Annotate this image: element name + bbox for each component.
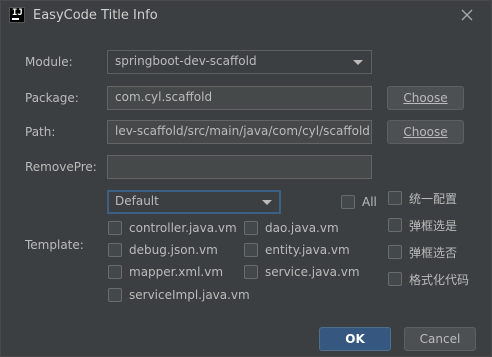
package-input[interactable]: com.cyl.scaffold xyxy=(107,86,372,110)
checkbox-box[interactable] xyxy=(108,265,122,279)
template-checkbox-label: mapper.xml.vm xyxy=(129,265,224,279)
path-label: Path: xyxy=(25,125,56,139)
checkbox-box[interactable] xyxy=(388,245,402,259)
option-checkbox-unified-config[interactable]: 统一配置 xyxy=(388,190,457,206)
module-select[interactable]: springboot-dev-scaffold xyxy=(107,50,372,74)
removepre-label: RemovePre: xyxy=(25,160,97,174)
checkbox-box[interactable] xyxy=(388,218,402,232)
checkbox-box[interactable] xyxy=(388,272,402,286)
easycode-dialog: IJ EasyCode Title Info Module: springboo… xyxy=(0,0,492,357)
option-label: 弹框选否 xyxy=(409,245,458,260)
option-label: 统一配置 xyxy=(409,191,458,206)
checkbox-box[interactable] xyxy=(108,288,122,302)
checkbox-box[interactable] xyxy=(244,265,258,279)
option-checkbox-format-code[interactable]: 格式化代码 xyxy=(388,271,469,287)
template-checkbox[interactable]: dao.java.vm xyxy=(244,220,339,236)
template-checkbox-label: debug.json.vm xyxy=(129,243,218,257)
template-checkbox[interactable]: entity.java.vm xyxy=(244,242,350,258)
ok-button[interactable]: OK xyxy=(319,327,391,351)
checkbox-box[interactable] xyxy=(388,191,402,205)
template-checkbox-label: service.java.vm xyxy=(265,265,360,279)
option-label: 弹框选是 xyxy=(409,218,458,233)
checkbox-box[interactable] xyxy=(108,243,122,257)
module-label: Module: xyxy=(25,55,73,69)
checkbox-box[interactable] xyxy=(244,221,258,235)
template-checkbox[interactable]: debug.json.vm xyxy=(108,242,218,258)
close-icon[interactable] xyxy=(456,4,478,26)
template-label: Template: xyxy=(25,238,84,252)
template-checkbox-label: controller.java.vm xyxy=(129,221,237,235)
dropdown-arrow-icon xyxy=(262,200,272,205)
module-select-value: springboot-dev-scaffold xyxy=(115,54,257,68)
choose-path-button[interactable]: Choose xyxy=(387,120,464,144)
all-checkbox-label: All xyxy=(362,195,377,209)
checkbox-box[interactable] xyxy=(341,195,355,209)
package-label: Package: xyxy=(25,91,79,105)
option-checkbox-dialog-no[interactable]: 弹框选否 xyxy=(388,244,457,260)
template-checkbox[interactable]: service.java.vm xyxy=(244,264,360,280)
choose-package-button[interactable]: Choose xyxy=(387,86,464,110)
removepre-input[interactable] xyxy=(107,155,372,179)
template-checkbox-label: dao.java.vm xyxy=(265,221,339,235)
title-bar: IJ EasyCode Title Info xyxy=(1,1,491,31)
template-group-select[interactable]: Default xyxy=(107,190,281,214)
template-checkbox-label: entity.java.vm xyxy=(265,243,350,257)
option-checkbox-dialog-yes[interactable]: 弹框选是 xyxy=(388,217,457,233)
dropdown-arrow-icon xyxy=(353,60,363,65)
template-checkbox-label: serviceImpl.java.vm xyxy=(129,288,250,302)
checkbox-box[interactable] xyxy=(244,243,258,257)
path-input[interactable]: lev-scaffold/src/main/java/com/cyl/scaff… xyxy=(107,120,372,144)
window-title: EasyCode Title Info xyxy=(33,8,158,23)
option-label: 格式化代码 xyxy=(409,272,470,287)
template-checkbox[interactable]: serviceImpl.java.vm xyxy=(108,287,250,303)
template-checkbox[interactable]: mapper.xml.vm xyxy=(108,264,223,280)
template-group-value: Default xyxy=(115,194,159,208)
intellij-app-icon: IJ xyxy=(9,7,25,23)
all-checkbox[interactable]: All xyxy=(341,194,377,210)
cancel-button[interactable]: Cancel xyxy=(404,327,476,351)
checkbox-box[interactable] xyxy=(108,221,122,235)
template-checkbox[interactable]: controller.java.vm xyxy=(108,220,237,236)
